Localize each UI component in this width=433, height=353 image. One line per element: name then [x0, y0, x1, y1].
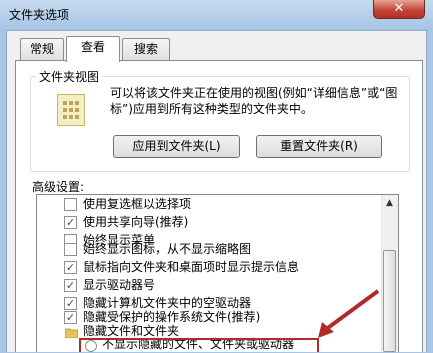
checkbox[interactable]: ✓	[64, 216, 77, 229]
folder-view-icon	[57, 94, 85, 126]
close-icon: ✕	[393, 1, 405, 16]
folder-view-description: 可以将该文件夹正在使用的视图(例如“详细信息”或“图标”)应用到所有这种类型的文…	[110, 86, 398, 116]
checkbox[interactable]: ✓	[64, 297, 77, 310]
highlight-box	[79, 338, 319, 352]
list-item[interactable]: 使用共享向导(推荐)	[83, 213, 188, 231]
checkbox[interactable]	[64, 198, 77, 211]
folder-icon	[64, 327, 79, 339]
list-item[interactable]: 始终显示图标，从不显示缩略图	[83, 240, 251, 258]
checkbox[interactable]: ✓	[64, 279, 77, 292]
tab-search[interactable]: 搜索	[122, 38, 170, 60]
scroll-up-icon[interactable]: ▲	[381, 195, 398, 212]
list-item[interactable]: 使用复选框以选择项	[83, 195, 191, 213]
advanced-settings-label: 高级设置:	[32, 180, 85, 194]
folder-view-group-title: 文件夹视图	[36, 68, 103, 85]
window-title: 文件夹选项	[9, 8, 70, 22]
list-item[interactable]: 显示驱动器号	[83, 276, 155, 294]
close-button[interactable]: ✕	[373, 0, 425, 19]
tab-general[interactable]: 常规	[20, 38, 64, 60]
checkbox[interactable]: ✓	[64, 261, 77, 274]
checkbox[interactable]: ✓	[64, 311, 77, 324]
apply-to-folders-button[interactable]: 应用到文件夹(L)	[113, 135, 240, 158]
tab-view[interactable]: 查看	[66, 36, 120, 62]
checkbox[interactable]	[64, 243, 77, 256]
scroll-thumb[interactable]	[383, 250, 396, 352]
reset-folders-button[interactable]: 重置文件夹(R)	[256, 135, 382, 158]
list-item[interactable]: 鼠标指向文件夹和桌面项时显示提示信息	[83, 258, 299, 276]
